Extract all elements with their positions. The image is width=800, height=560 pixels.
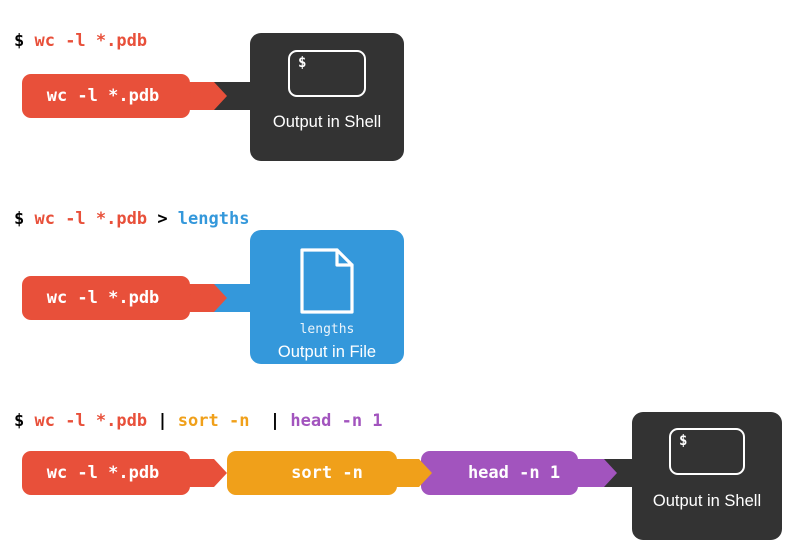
panel-shell: $ Output in Shell (250, 33, 404, 161)
port-in: IN (434, 16, 445, 27)
command-token: $ (14, 411, 25, 431)
panel-caption: Output in Shell (272, 113, 382, 131)
block-label: wc -l *.pdb (46, 288, 160, 308)
command-token: | (147, 411, 178, 431)
block-wc[interactable]: wc -l *.pdb (22, 451, 190, 495)
file-document-icon (299, 247, 355, 320)
arrow-head-icon (214, 459, 227, 487)
command-token: > (147, 209, 178, 229)
command-token: lengths (177, 209, 250, 229)
arrow-head-icon (419, 459, 432, 487)
command-line-1: $ wc -l *.pdb (14, 31, 147, 51)
port-out: OUT (182, 459, 227, 487)
command-token: $ (14, 31, 25, 51)
port-out-label: OUT (189, 90, 211, 102)
arrow-head-icon (214, 82, 227, 110)
command-line-3: $ wc -l *.pdb | sort -n | head -n 1 (14, 411, 383, 431)
panel-shell: $ Output in Shell (632, 412, 782, 540)
port-out-label: OUT (579, 467, 601, 479)
command-token: head -n 1 (290, 411, 383, 431)
block-head[interactable]: head -n 1 (421, 451, 578, 495)
terminal-screen-icon: $ (669, 428, 745, 475)
command-token: wc -l *.pdb (24, 411, 148, 431)
block-label: head -n 1 (467, 463, 561, 483)
panel-file: lengths Output in File (250, 230, 404, 364)
command-token: wc -l *.pdb (24, 209, 148, 229)
panel-caption: Output in Shell (652, 492, 762, 510)
block-label: wc -l *.pdb (46, 86, 160, 106)
block-wc[interactable]: wc -l *.pdb (22, 74, 190, 118)
port-out: OUT (182, 82, 227, 110)
command-token: $ (14, 209, 25, 229)
command-token: | (249, 411, 291, 431)
command-token: sort -n (177, 411, 250, 431)
arrow-head-icon (604, 459, 617, 487)
port-out: OUT (572, 459, 617, 487)
block-sort[interactable]: sort -n (227, 451, 397, 495)
diagram-canvas: $ wc -l *.pdb $ Output in Shell wc -l *.… (0, 0, 800, 560)
port-out-label: OUT (394, 467, 416, 479)
terminal-screen-icon: $ (288, 50, 366, 97)
block-wc[interactable]: wc -l *.pdb (22, 276, 190, 320)
file-name: lengths (299, 322, 355, 337)
prompt-symbol: $ (679, 433, 688, 449)
port-out: OUT (387, 459, 432, 487)
panel-caption: Output in File (277, 343, 377, 361)
command-line-2: $ wc -l *.pdb > lengths (14, 209, 249, 229)
port-out-label: OUT (189, 292, 211, 304)
block-label: sort -n (291, 463, 363, 483)
arrow-head-icon (214, 284, 227, 312)
prompt-symbol: $ (298, 55, 307, 71)
port-out-label: OUT (189, 467, 211, 479)
port-in: IN (240, 16, 251, 27)
block-label: wc -l *.pdb (46, 463, 160, 483)
port-out: OUT (182, 284, 227, 312)
command-token: wc -l *.pdb (24, 31, 148, 51)
